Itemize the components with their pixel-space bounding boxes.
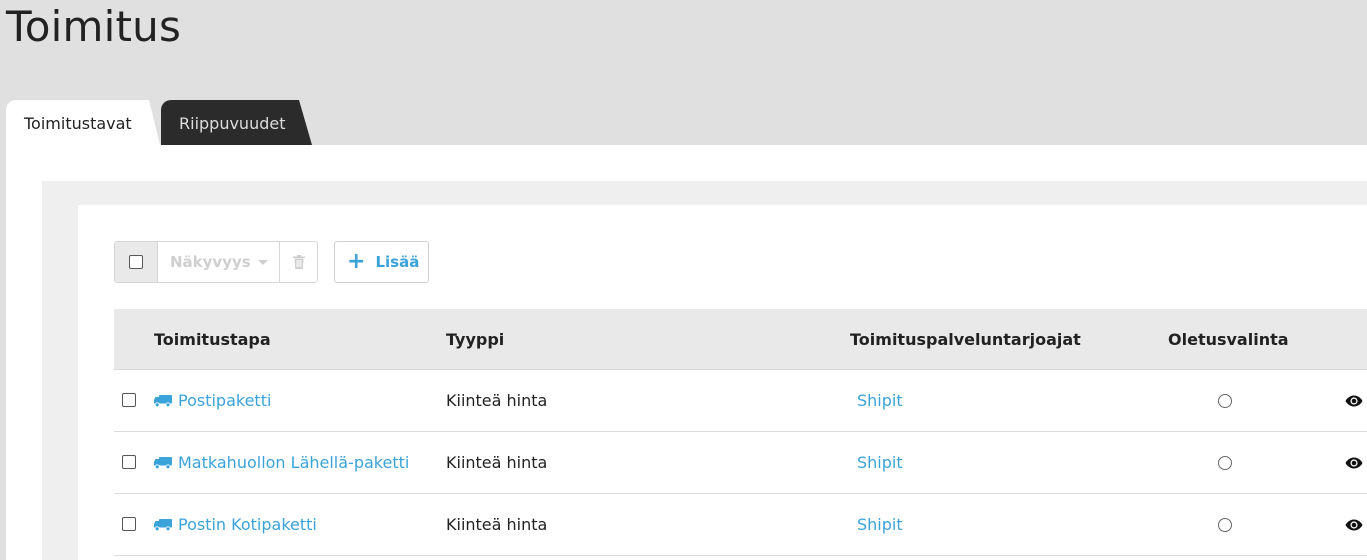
shipping-type: Kiinteä hinta bbox=[446, 493, 850, 556]
eye-icon[interactable] bbox=[1345, 395, 1363, 407]
shipping-method-link[interactable]: Postin Kotipaketti bbox=[178, 515, 317, 534]
row-checkbox[interactable] bbox=[122, 455, 136, 469]
table-header-row: Toimitustapa Tyyppi Toimituspalveluntarj… bbox=[114, 309, 1367, 370]
header-visibility-column bbox=[1318, 309, 1367, 370]
column-header-oletusvalinta[interactable]: Oletusvalinta bbox=[1168, 309, 1318, 370]
caret-down-icon bbox=[257, 259, 268, 265]
truck-icon bbox=[154, 456, 172, 469]
select-all-checkbox[interactable] bbox=[129, 255, 143, 269]
eye-icon[interactable] bbox=[1345, 519, 1363, 531]
column-header-tyyppi[interactable]: Tyyppi bbox=[446, 309, 850, 370]
bulk-action-group: Näkyvyys bbox=[114, 241, 318, 283]
shipping-type: Kiinteä hinta bbox=[446, 369, 850, 432]
shipping-method-link[interactable]: Matkahuollon Lähellä-paketti bbox=[178, 453, 409, 472]
default-radio[interactable] bbox=[1218, 517, 1232, 532]
delete-button[interactable] bbox=[280, 242, 317, 282]
shipping-type: Kiinteä hinta bbox=[446, 431, 850, 494]
truck-icon bbox=[154, 518, 172, 531]
plus-icon: + bbox=[347, 249, 366, 274]
column-header-toimitustapa[interactable]: Toimitustapa bbox=[154, 309, 446, 370]
header-select-column bbox=[114, 309, 154, 370]
visibility-label: Näkyvyys bbox=[170, 253, 251, 271]
provider-link[interactable]: Shipit bbox=[857, 391, 903, 410]
column-header-toimituspalveluntarjoajat[interactable]: Toimituspalveluntarjoajat bbox=[850, 309, 1168, 370]
visibility-dropdown[interactable]: Näkyvyys bbox=[158, 242, 280, 282]
provider-link[interactable]: Shipit bbox=[857, 453, 903, 472]
default-radio[interactable] bbox=[1218, 393, 1232, 408]
tab-riippuvuudet[interactable]: Riippuvuudet bbox=[161, 100, 312, 145]
add-button-label: Lisää bbox=[375, 253, 420, 271]
row-checkbox[interactable] bbox=[122, 517, 136, 531]
table-row: Matkahuollon Lähellä-paketti Kiinteä hin… bbox=[114, 431, 1367, 494]
eye-icon[interactable] bbox=[1345, 457, 1363, 469]
default-radio[interactable] bbox=[1218, 455, 1232, 470]
row-checkbox[interactable] bbox=[122, 393, 136, 407]
shipping-methods-table: Toimitustapa Tyyppi Toimituspalveluntarj… bbox=[114, 309, 1367, 556]
trash-icon bbox=[292, 255, 305, 269]
truck-icon bbox=[154, 394, 172, 407]
tab-toimitustavat[interactable]: Toimitustavat bbox=[6, 100, 160, 145]
add-button[interactable]: + Lisää bbox=[334, 241, 429, 283]
page-title: Toimitus bbox=[6, 2, 182, 51]
select-all-button[interactable] bbox=[115, 242, 158, 282]
table-row: Postipaketti Kiinteä hinta Shipit bbox=[114, 369, 1367, 432]
provider-link[interactable]: Shipit bbox=[857, 515, 903, 534]
table-row: Postin Kotipaketti Kiinteä hinta Shipit bbox=[114, 493, 1367, 556]
shipping-method-link[interactable]: Postipaketti bbox=[178, 391, 271, 410]
